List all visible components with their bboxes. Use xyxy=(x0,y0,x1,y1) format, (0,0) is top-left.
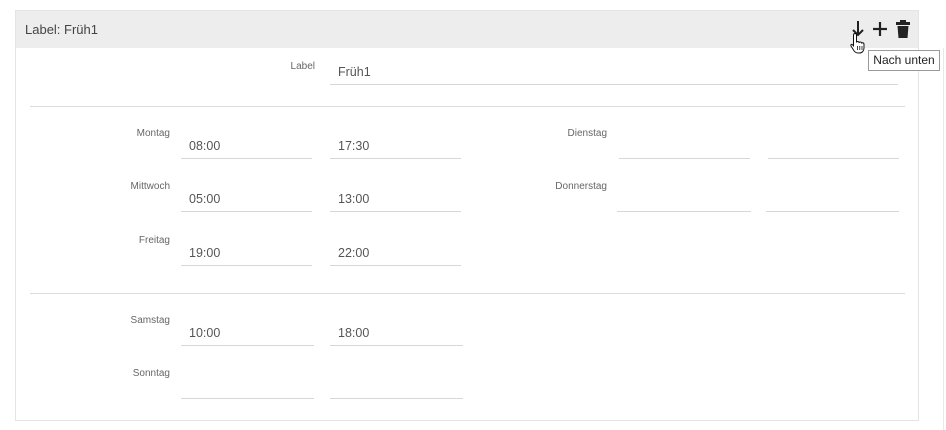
day-label-dienstag: Dienstag xyxy=(567,128,607,139)
samstag-to-input[interactable]: 18:00 xyxy=(330,320,463,346)
panel-title: Label: Früh1 xyxy=(25,22,98,37)
montag-from-input[interactable]: 08:00 xyxy=(181,133,312,159)
day-label-samstag: Samstag xyxy=(130,315,170,326)
dienstag-to-input[interactable] xyxy=(768,133,899,159)
trash-icon[interactable] xyxy=(895,19,911,39)
sonntag-to-input[interactable] xyxy=(330,373,463,399)
plus-icon[interactable] xyxy=(872,19,888,39)
dienstag-from-input[interactable] xyxy=(619,133,750,159)
day-label-montag: Montag xyxy=(136,128,170,139)
montag-to-input[interactable]: 17:30 xyxy=(330,133,461,159)
donnerstag-to-input[interactable] xyxy=(766,186,899,212)
label-field-label: Label xyxy=(290,61,315,72)
day-label-donnerstag: Donnerstag xyxy=(555,181,607,192)
samstag-from-input[interactable]: 10:00 xyxy=(181,320,314,346)
day-label-sonntag: Sonntag xyxy=(132,368,170,379)
day-label-freitag: Freitag xyxy=(138,235,170,246)
divider xyxy=(30,106,905,107)
label-input[interactable]: Früh1 xyxy=(330,59,898,85)
hand-cursor-icon xyxy=(849,32,867,59)
freitag-from-input[interactable]: 19:00 xyxy=(181,240,312,266)
mittwoch-to-input[interactable]: 13:00 xyxy=(330,186,461,212)
sonntag-from-input[interactable] xyxy=(181,373,314,399)
mittwoch-from-input[interactable]: 05:00 xyxy=(181,186,312,212)
background-panel-edge xyxy=(943,48,944,430)
day-label-mittwoch: Mittwoch xyxy=(130,181,170,192)
divider xyxy=(30,293,905,294)
donnerstag-from-input[interactable] xyxy=(617,186,751,212)
freitag-to-input[interactable]: 22:00 xyxy=(330,240,461,266)
panel-header: Label: Früh1 xyxy=(16,11,918,48)
